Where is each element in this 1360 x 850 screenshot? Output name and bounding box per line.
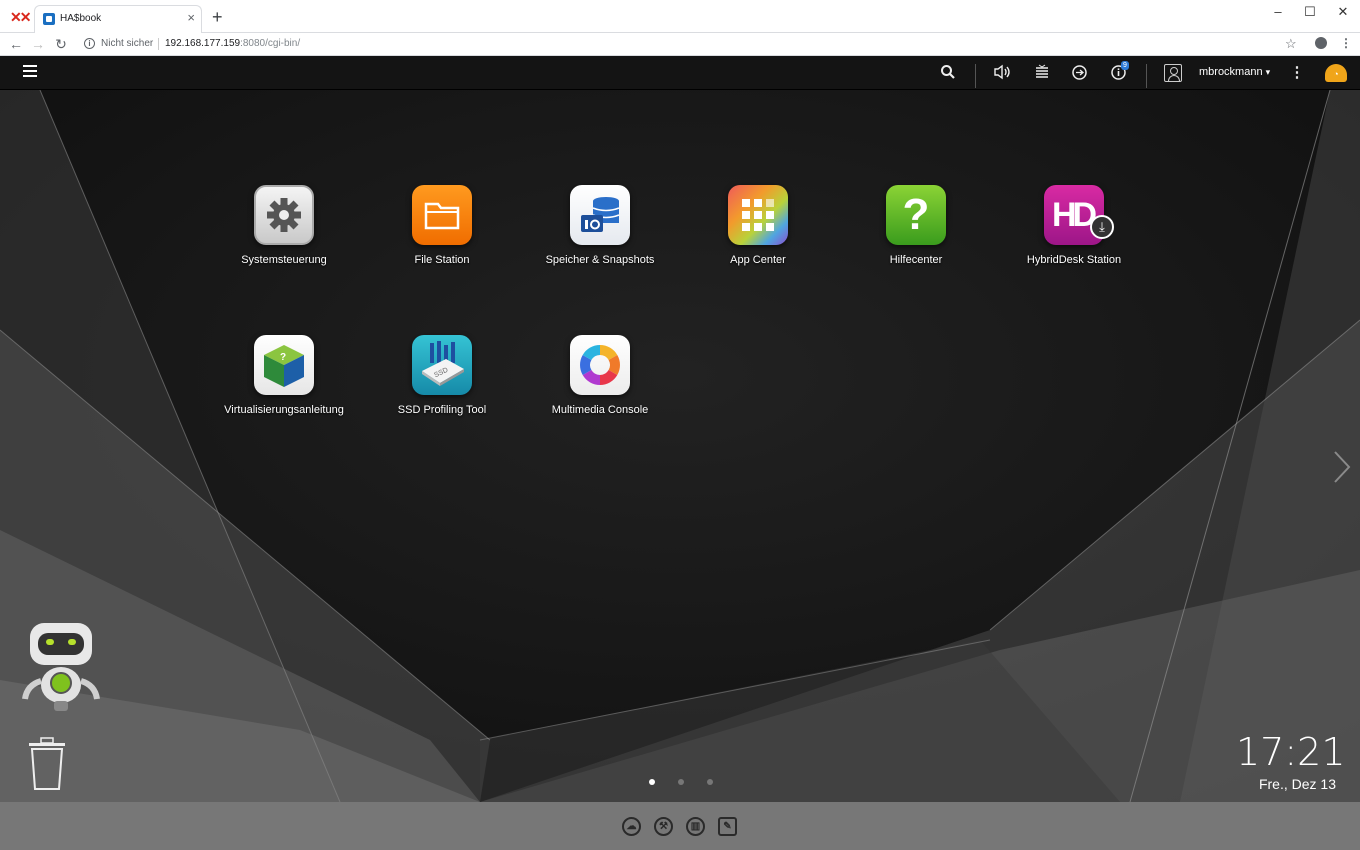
qts-topbar: 9 mbrockmann ▾ ⋮ ◔ [0, 56, 1360, 90]
reload-icon[interactable]: ↻ [53, 36, 69, 52]
qnap-favicon-icon [43, 13, 55, 25]
browser-titlebar: ✕✕ HA$book × + – ☐ ✕ [0, 0, 1360, 33]
clock-time: 17:21 [1236, 730, 1346, 774]
account-icon[interactable] [1315, 37, 1327, 49]
browser-addressbar: ← → ↻ i Nicht sicher 192.168.177.159:808… [0, 33, 1360, 56]
app-label: File Station [414, 254, 470, 266]
hd-icon: HD ⤓ [1044, 185, 1114, 245]
cloud-icon[interactable]: ☁ [622, 817, 641, 836]
page-dot-1[interactable] [649, 779, 655, 785]
columns-icon[interactable]: ▥ [686, 817, 705, 836]
site-info-icon[interactable]: i [84, 38, 95, 49]
dashboard-gauge-icon[interactable]: ◔ [1325, 64, 1347, 82]
ssd-icon: SSD [412, 335, 472, 395]
app-hilfecenter[interactable]: ? Hilfecenter [836, 185, 996, 266]
browser-tab[interactable]: HA$book × [34, 5, 202, 33]
url-separator [158, 38, 159, 50]
app-multimedia-console[interactable]: Multimedia Console [520, 335, 680, 416]
storage-icon [570, 185, 630, 245]
bookmark-star-icon[interactable]: ☆ [1285, 36, 1297, 52]
qts-desktop: Systemsteuerung File Station Speicher & … [0, 90, 1360, 802]
url-path: :8080/cgi-bin/ [240, 38, 301, 49]
question-icon: ? [886, 185, 946, 245]
stack-icon[interactable] [1033, 64, 1051, 82]
url-text: 192.168.177.159:8080/cgi-bin/ [165, 38, 300, 49]
close-window-button[interactable]: ✕ [1333, 4, 1353, 20]
search-icon[interactable] [939, 64, 957, 82]
app-grid-icon [728, 185, 788, 245]
maximize-button[interactable]: ☐ [1300, 4, 1320, 20]
app-label: Systemsteuerung [241, 254, 327, 266]
app-speicher-snapshots[interactable]: Speicher & Snapshots [520, 185, 680, 266]
main-menu-icon[interactable] [14, 56, 46, 90]
tab-title: HA$book [60, 13, 102, 24]
not-secure-label: Nicht sicher [101, 38, 154, 49]
download-icon: ⤓ [1090, 215, 1114, 239]
notification-info-icon[interactable]: 9 [1109, 61, 1129, 82]
sync-icon[interactable] [1070, 64, 1088, 82]
next-page-icon[interactable] [1333, 450, 1351, 490]
app-label: Multimedia Console [551, 404, 649, 416]
page-dot-3[interactable] [707, 779, 713, 785]
new-tab-button[interactable]: + [212, 8, 223, 26]
back-arrow-icon[interactable]: ← [8, 36, 24, 52]
svg-text:?: ? [280, 352, 286, 363]
topbar-divider [1146, 64, 1147, 88]
tab-close-icon[interactable]: × [187, 11, 195, 25]
minimize-button[interactable]: – [1268, 4, 1288, 19]
browser-logo-icon[interactable]: ✕✕ [10, 9, 31, 25]
app-app-center[interactable]: App Center [678, 185, 838, 266]
page-dot-2[interactable] [678, 779, 684, 785]
app-label: Virtualisierungsanleitung [224, 404, 344, 416]
edit-icon[interactable]: ✎ [718, 817, 737, 836]
chevron-down-icon: ▾ [1265, 67, 1271, 77]
user-icon[interactable] [1164, 64, 1182, 82]
clock-date: Fre., Dez 13 [1258, 776, 1336, 792]
notification-badge: 9 [1121, 61, 1129, 70]
app-label: Speicher & Snapshots [545, 254, 655, 266]
app-file-station[interactable]: File Station [362, 185, 522, 266]
user-menu[interactable]: mbrockmann ▾ [1199, 66, 1270, 78]
cube-icon: ? [254, 335, 314, 395]
app-label: HybridDesk Station [1026, 254, 1122, 266]
bottom-dock: ☁ ⚒ ▥ ✎ [0, 802, 1360, 850]
app-ssd-profiling-tool[interactable]: SSD SSD Profiling Tool [362, 335, 522, 416]
more-options-icon[interactable]: ⋮ [1288, 64, 1306, 82]
app-label: Hilfecenter [889, 254, 943, 266]
forward-arrow-icon[interactable]: → [30, 36, 46, 52]
app-label: App Center [730, 254, 786, 266]
username-label: mbrockmann [1199, 66, 1263, 78]
volume-icon[interactable] [994, 64, 1012, 82]
qnap-robot-assistant-icon[interactable] [22, 623, 100, 713]
url-host: 192.168.177.159 [165, 38, 241, 49]
trash-icon[interactable] [27, 737, 67, 791]
app-virtualisierungsanleitung[interactable]: ? Virtualisierungsanleitung [204, 335, 364, 416]
tools-icon[interactable]: ⚒ [654, 817, 673, 836]
topbar-divider [975, 64, 976, 88]
folder-icon [412, 185, 472, 245]
browser-menu-icon[interactable]: ⋮ [1340, 36, 1352, 50]
url-field[interactable]: i Nicht sicher 192.168.177.159:8080/cgi-… [78, 35, 1308, 54]
app-hybriddesk-station[interactable]: HD ⤓ HybridDesk Station [994, 185, 1154, 266]
question-mark: ? [902, 190, 930, 239]
app-label: SSD Profiling Tool [397, 404, 487, 416]
gear-icon [254, 185, 314, 245]
app-systemsteuerung[interactable]: Systemsteuerung [204, 185, 364, 266]
multimedia-icon [570, 335, 630, 395]
hd-logo: HD [1052, 196, 1097, 234]
